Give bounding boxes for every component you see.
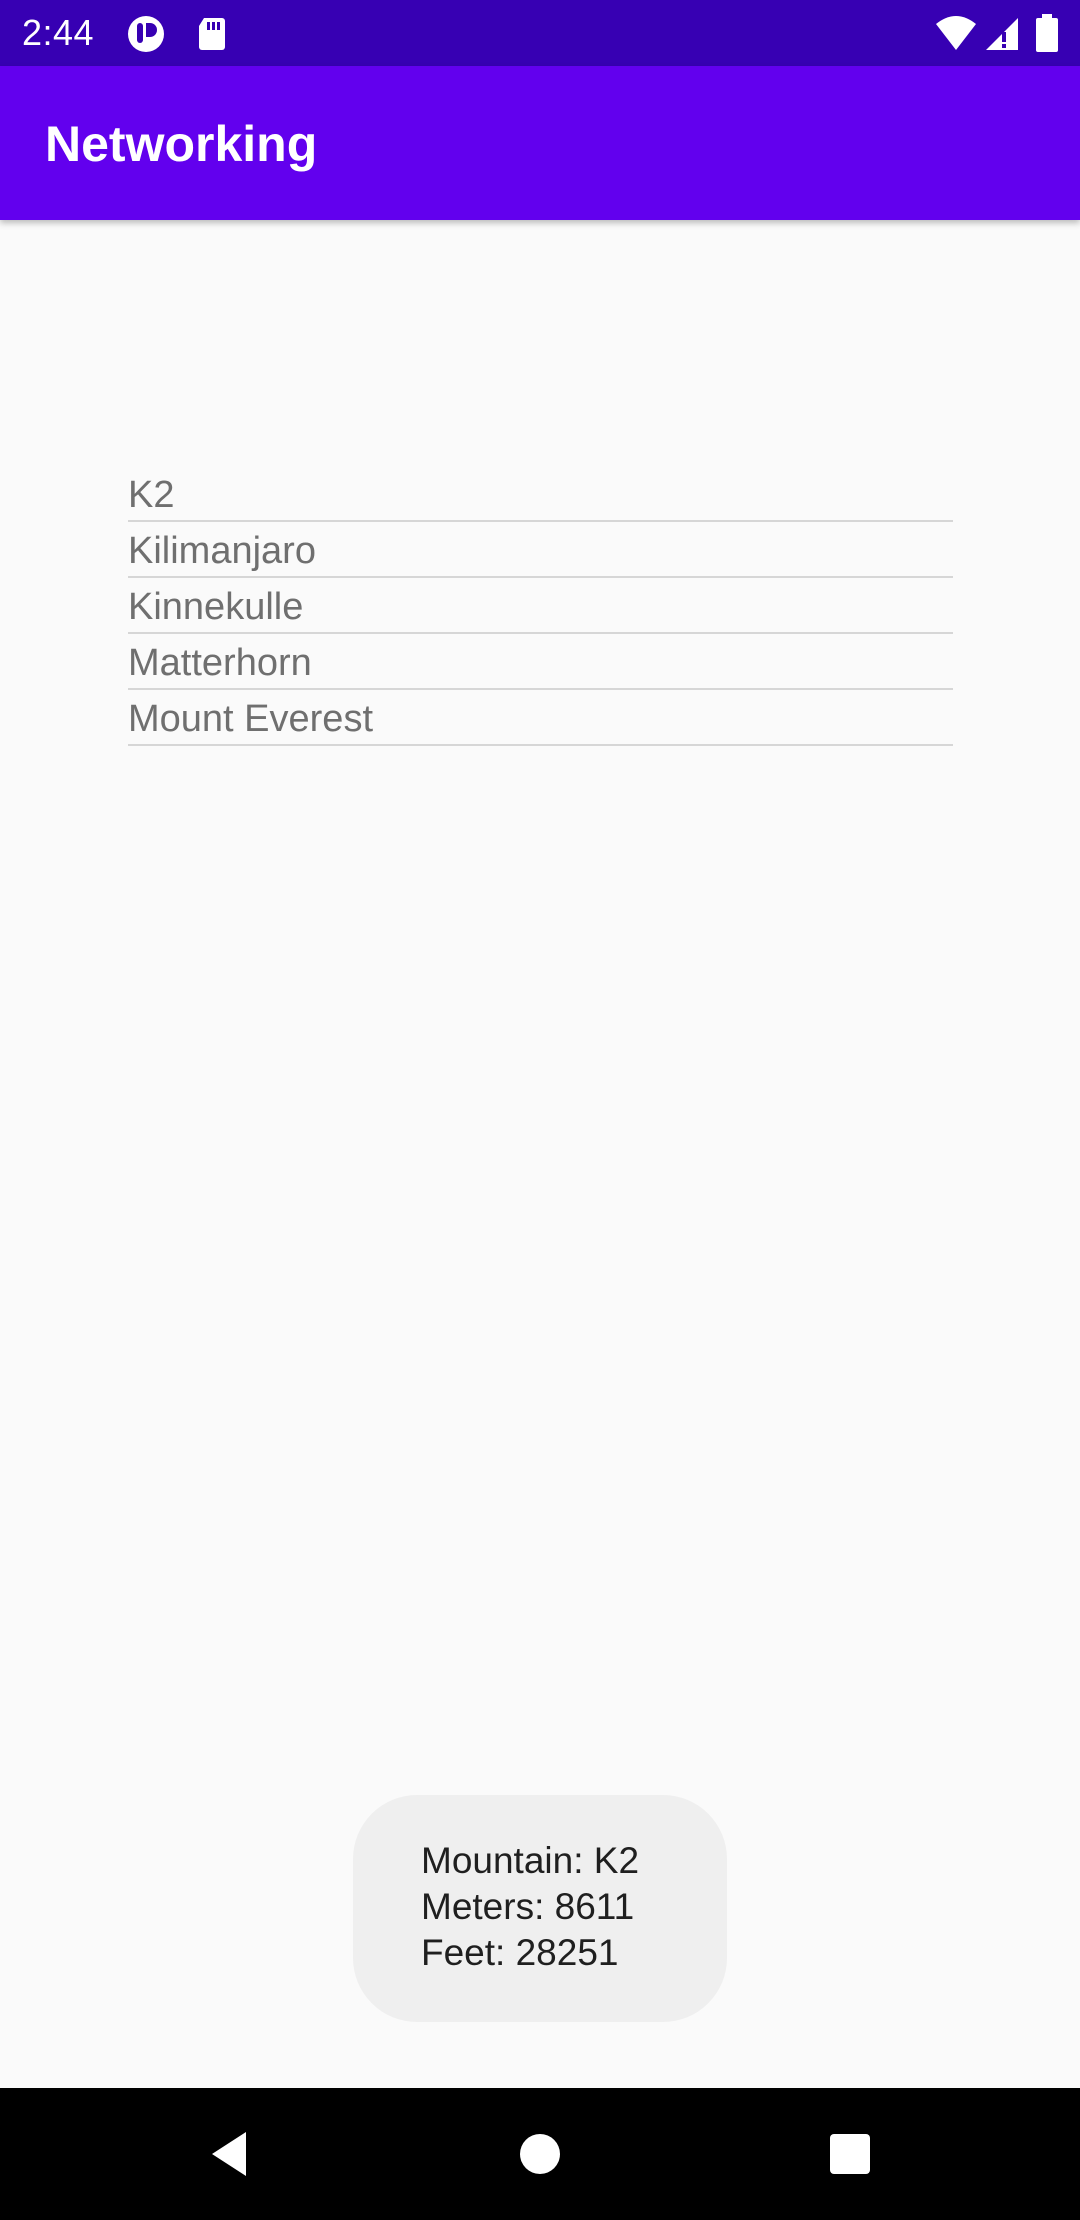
wifi-icon xyxy=(934,14,976,54)
home-icon[interactable] xyxy=(508,2122,572,2186)
toast-feet: Feet: 28251 xyxy=(421,1932,619,1973)
recents-icon[interactable] xyxy=(818,2122,882,2186)
navigation-bar xyxy=(0,2088,1080,2220)
toast-mountain: Mountain: K2 xyxy=(421,1840,640,1881)
status-time: 2:44 xyxy=(22,12,95,53)
battery-icon xyxy=(1034,14,1060,54)
cellular-signal-icon xyxy=(982,14,1022,54)
mountain-label: Mount Everest xyxy=(128,698,373,740)
notification-app-icon xyxy=(126,14,166,54)
list-item[interactable]: Mount Everest xyxy=(128,690,953,746)
app-bar: Networking xyxy=(0,66,1080,220)
toast-meters: Meters: 8611 xyxy=(421,1886,635,1927)
list-item[interactable]: Kinnekulle xyxy=(128,578,953,634)
app-title: Networking xyxy=(45,116,318,172)
toast-message: Mountain: K2 Meters: 8611 Feet: 28251 xyxy=(353,1795,727,2022)
mountain-label: K2 xyxy=(128,474,175,516)
mountain-label: Kinnekulle xyxy=(128,586,304,628)
back-icon[interactable] xyxy=(200,2122,264,2186)
list-item[interactable]: K2 xyxy=(128,466,953,522)
list-item[interactable]: Kilimanjaro xyxy=(128,522,953,578)
status-bar: 2:44 xyxy=(0,0,1080,66)
mountain-label: Matterhorn xyxy=(128,642,312,684)
sd-card-icon xyxy=(192,14,232,54)
mountain-label: Kilimanjaro xyxy=(128,530,316,572)
list-item[interactable]: Matterhorn xyxy=(128,634,953,690)
mountain-list: K2 Kilimanjaro Kinnekulle Matterhorn Mou… xyxy=(128,466,953,746)
